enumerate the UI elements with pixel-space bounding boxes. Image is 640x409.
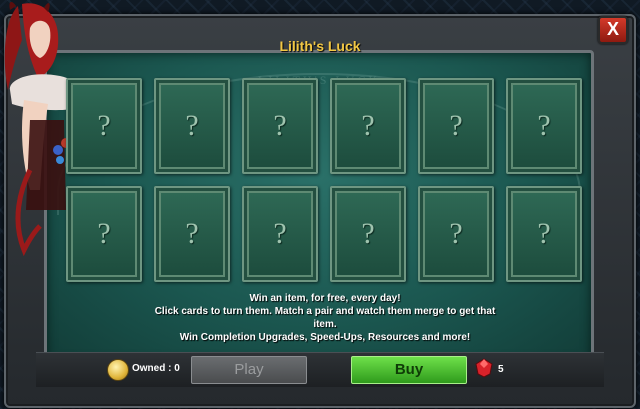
- question-mark-icon: ?: [273, 109, 287, 142]
- question-mark-icon: ?: [537, 109, 551, 142]
- question-mark-icon: ?: [97, 109, 111, 142]
- play-button[interactable]: Play: [191, 356, 307, 384]
- buy-button[interactable]: Buy: [351, 356, 467, 384]
- card[interactable]: ?: [154, 186, 230, 282]
- card[interactable]: ?: [242, 78, 318, 174]
- question-mark-icon: ?: [361, 217, 375, 250]
- question-mark-icon: ?: [97, 217, 111, 250]
- close-button[interactable]: X: [598, 16, 628, 44]
- close-icon: X: [606, 19, 619, 39]
- card[interactable]: ?: [506, 186, 582, 282]
- instructions-line-3: Win Completion Upgrades, Speed-Ups, Reso…: [179, 332, 471, 343]
- question-mark-icon: ?: [449, 217, 463, 250]
- card[interactable]: ?: [418, 186, 494, 282]
- card[interactable]: ?: [418, 78, 494, 174]
- instructions-line-1: Win an item, for free, every day!: [249, 293, 401, 304]
- card[interactable]: ?: [506, 78, 582, 174]
- card[interactable]: ?: [66, 78, 142, 174]
- question-mark-icon: ?: [537, 217, 551, 250]
- question-mark-icon: ?: [273, 217, 287, 250]
- card[interactable]: ?: [330, 78, 406, 174]
- gem-count: 5: [498, 364, 504, 375]
- question-mark-icon: ?: [361, 109, 375, 142]
- gem-icon: [475, 358, 493, 378]
- card[interactable]: ?: [242, 186, 318, 282]
- dialog-title: Lilith's Luck: [279, 38, 361, 54]
- card[interactable]: ?: [66, 186, 142, 282]
- question-mark-icon: ?: [185, 109, 199, 142]
- question-mark-icon: ?: [449, 109, 463, 142]
- card[interactable]: ?: [154, 78, 230, 174]
- instructions-line-2: Click cards to turn them. Match a pair a…: [154, 306, 496, 330]
- card[interactable]: ?: [330, 186, 406, 282]
- question-mark-icon: ?: [185, 217, 199, 250]
- owned-count: Owned : 0: [132, 363, 180, 374]
- instructions: Win an item, for free, every day! Click …: [150, 292, 500, 344]
- coin-icon: [107, 359, 129, 381]
